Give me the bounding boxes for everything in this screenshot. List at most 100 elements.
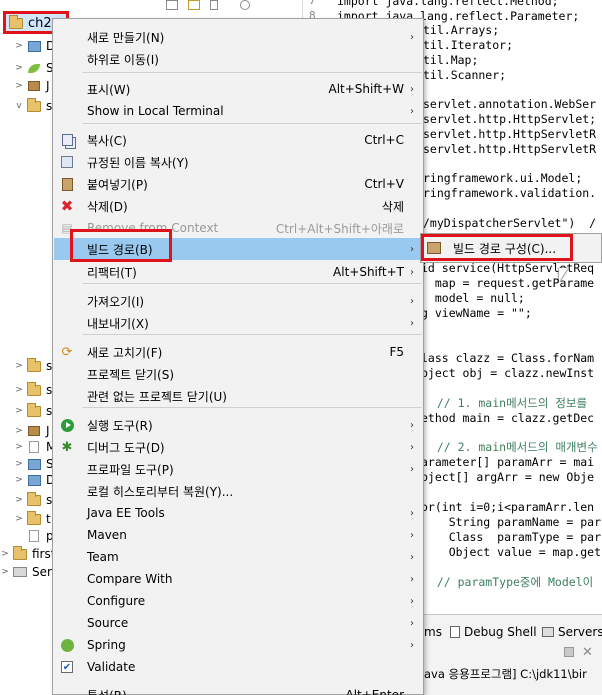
menu-item[interactable]: Configure › xyxy=(54,590,422,612)
menu-item-shortcut: Alt+Shift+W xyxy=(328,82,405,96)
submenu-arrow-icon: › xyxy=(410,317,414,329)
collapsed-arrow-icon[interactable]: > xyxy=(14,442,24,452)
tree-item-icon xyxy=(26,39,42,53)
code-line: til.Scanner; xyxy=(423,68,507,82)
code-line: bject obj = clazz.newInst xyxy=(421,366,595,380)
menu-separator xyxy=(82,334,422,335)
submenu-arrow-icon: › xyxy=(410,295,414,307)
tree-item[interactable]: > s xyxy=(14,400,52,422)
tree-item-icon xyxy=(26,97,42,113)
menu-item[interactable]: 복사(C) Ctrl+C xyxy=(54,129,422,151)
tree-item[interactable]: > s xyxy=(14,379,52,401)
menu-item[interactable]: Team › xyxy=(54,546,422,568)
menu-item[interactable]: Source › xyxy=(54,612,422,634)
tree-item-label: t xyxy=(46,512,51,526)
copy-icon xyxy=(59,132,75,148)
menu-item[interactable]: 하위로 이동(I) xyxy=(54,48,422,70)
menu-item[interactable]: Show in Local Terminal › xyxy=(54,100,422,122)
tree-item-icon xyxy=(26,473,42,487)
collapsed-arrow-icon[interactable]: > xyxy=(14,459,24,469)
menu-item[interactable]: ✖ 삭제(D) 삭제 xyxy=(54,195,422,217)
menu-item-shortcut: Alt+Enter xyxy=(345,688,404,695)
menu-item-label: 새로 만들기(N) xyxy=(87,30,165,45)
menu-item[interactable]: ✱ 디버그 도구(D) › xyxy=(54,436,422,458)
menu-item[interactable]: Spring › xyxy=(54,634,422,656)
menu-separator xyxy=(82,72,422,73)
collapsed-arrow-icon[interactable]: > xyxy=(14,385,24,395)
collapse-all-icon[interactable] xyxy=(166,0,178,10)
mouse-cursor-icon xyxy=(559,268,568,282)
tree-item-icon xyxy=(12,565,28,579)
close-icon[interactable]: ✕ xyxy=(582,645,593,660)
collapsed-arrow-icon[interactable]: > xyxy=(0,567,10,577)
context-menu: 새로 만들기(N) › 하위로 이동(I) 표시(W) Alt+Shift+W › Show… xyxy=(52,18,424,695)
tree-item[interactable]: > D xyxy=(14,469,55,491)
menu-item[interactable]: 붙여넣기(P) Ctrl+V xyxy=(54,173,422,195)
tree-item-label: ch2 xyxy=(28,15,52,31)
collapsed-arrow-icon[interactable]: > xyxy=(14,361,24,371)
collapsed-arrow-icon[interactable]: > xyxy=(14,63,24,73)
panel-toolbar: ✕ xyxy=(560,645,600,660)
filter-icon[interactable] xyxy=(210,0,218,10)
menu-item[interactable]: 프로젝트 닫기(S) xyxy=(54,363,422,385)
collapsed-arrow-icon[interactable]: > xyxy=(14,426,24,436)
menu-item[interactable]: 특성(R) Alt+Enter xyxy=(54,684,422,695)
menu-item-label: 로컬 히스토리부터 복원(Y)... xyxy=(87,484,234,499)
view-menu-icon[interactable] xyxy=(240,0,250,10)
menu-item[interactable]: Compare With › xyxy=(54,568,422,590)
menu-item[interactable]: 새로 만들기(N) › xyxy=(54,26,422,48)
tree-item[interactable]: > Serv xyxy=(0,561,59,583)
tree-item[interactable]: > J xyxy=(14,75,49,97)
link-editor-icon[interactable] xyxy=(188,0,200,10)
collapsed-arrow-icon[interactable]: > xyxy=(14,41,24,51)
code-line: or(int i=0;i<paramArr.len xyxy=(421,500,595,514)
menu-item-label: Source xyxy=(87,616,129,630)
submenu-arrow-icon: › xyxy=(410,31,414,43)
menu-item[interactable]: ⟳ 새로 고치기(F) F5 xyxy=(54,341,422,363)
menu-item[interactable]: 내보내기(X) › xyxy=(54,312,422,334)
menu-item[interactable]: 리팩터(T) Alt+Shift+T › xyxy=(54,261,422,283)
menu-item[interactable]: Java EE Tools › xyxy=(54,502,422,524)
menu-item-label: Spring xyxy=(87,638,126,652)
code-line: // 1. main메서드의 정보를 xyxy=(423,396,588,410)
menu-item[interactable]: 관련 없는 프로젝트 닫기(U) xyxy=(54,385,422,407)
collapsed-arrow-icon[interactable]: > xyxy=(14,475,24,485)
tab-debug-shell[interactable]: Debug Shell xyxy=(450,625,537,639)
menu-item[interactable]: 표시(W) Alt+Shift+W › xyxy=(54,78,422,100)
terminate-icon[interactable] xyxy=(564,647,574,657)
code-line: lass clazz = Class.forNam xyxy=(421,351,595,365)
debug-shell-icon xyxy=(450,626,460,638)
menu-item[interactable]: 프로파일 도구(P) › xyxy=(54,458,422,480)
menu-item[interactable]: 가져오기(I) › xyxy=(54,290,422,312)
menu-item-label: 디버그 도구(D) xyxy=(87,440,165,455)
tab-label: ms xyxy=(424,625,442,639)
collapsed-arrow-icon[interactable]: > xyxy=(14,495,24,505)
collapsed-arrow-icon[interactable]: > xyxy=(14,514,24,524)
tab-servers[interactable]: Servers xyxy=(542,625,602,639)
collapsed-arrow-icon[interactable]: > xyxy=(0,549,10,559)
code-line: model = null; xyxy=(421,291,525,305)
menu-item[interactable]: 규정된 이름 복사(Y) xyxy=(54,151,422,173)
code-line: ethod main = clazz.getDec xyxy=(421,411,595,425)
menu-item[interactable]: 실행 도구(R) › xyxy=(54,414,422,436)
submenu-arrow-icon: › xyxy=(410,441,414,453)
expanded-arrow-icon[interactable]: v xyxy=(14,101,24,111)
menu-item[interactable]: 로컬 히스토리부터 복원(Y)... xyxy=(54,480,422,502)
menu-item-label: 복사(C) xyxy=(87,133,127,148)
tree-item-ch2[interactable]: ch2 xyxy=(6,12,52,34)
code-line: ringframework.ui.Model; xyxy=(423,171,583,185)
menu-item-label: Configure xyxy=(87,594,146,608)
submenu-arrow-icon: › xyxy=(410,573,414,585)
menu-item[interactable]: Maven › xyxy=(54,524,422,546)
collapsed-arrow-icon[interactable]: > xyxy=(14,406,24,416)
menu-item[interactable]: ✔ Validate xyxy=(54,656,422,678)
tree-item-icon xyxy=(26,381,42,397)
tree-item[interactable]: > s xyxy=(14,355,52,377)
menu-item-label: 특성(R) xyxy=(87,687,127,695)
tree-item-icon xyxy=(12,545,28,561)
tab-partial[interactable]: ms xyxy=(424,625,442,639)
tree-item[interactable]: > D xyxy=(14,35,55,57)
tree-item[interactable]: vs xyxy=(14,95,52,117)
menu-item-label: Compare With xyxy=(87,572,173,586)
collapsed-arrow-icon[interactable]: > xyxy=(14,81,24,91)
